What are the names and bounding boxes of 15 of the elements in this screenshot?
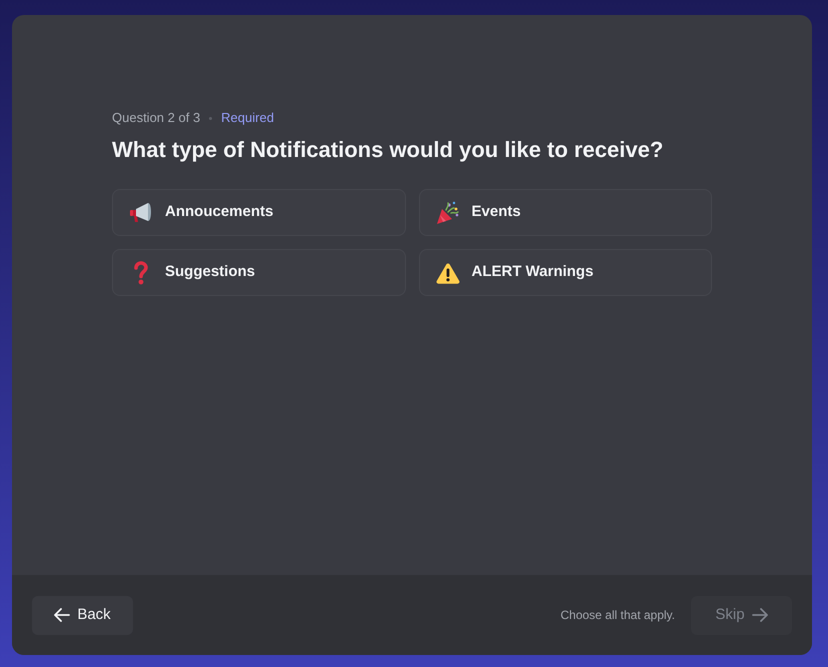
option-button[interactable]: Suggestions — [112, 249, 406, 296]
option-button[interactable]: ALERT Warnings — [418, 249, 712, 296]
option-button[interactable]: Annoucements — [112, 189, 406, 236]
question-mark-icon — [133, 260, 149, 284]
question-counter: Question 2 of 3 — [112, 110, 200, 126]
back-button[interactable]: Back — [32, 596, 133, 634]
arrow-right-icon — [752, 608, 768, 622]
party-popper-icon — [436, 200, 460, 224]
warning-icon — [436, 262, 460, 284]
megaphone-icon — [129, 202, 153, 224]
arrow-left-icon — [54, 608, 70, 622]
hint-text: Choose all that apply. — [560, 607, 675, 624]
question-title: What type of Notifications would you like to receive? — [112, 136, 664, 164]
option-button[interactable]: Events — [418, 189, 712, 236]
required-label: Required — [221, 110, 274, 126]
